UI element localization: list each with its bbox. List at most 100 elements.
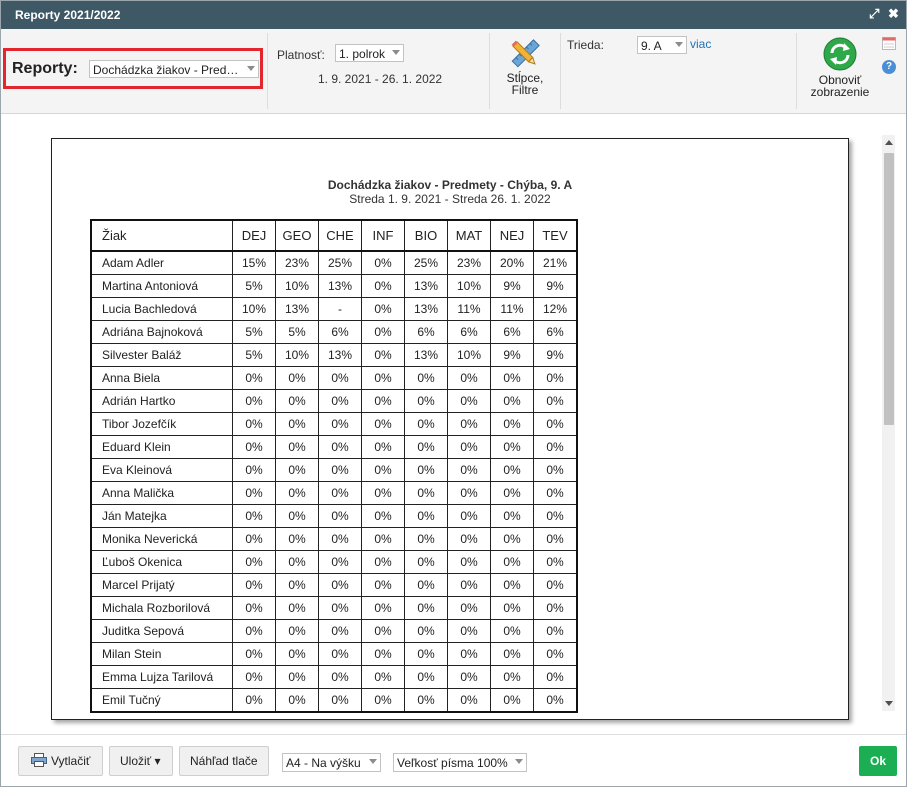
- report-select[interactable]: Dochádzka žiakov - Pred…: [89, 60, 259, 78]
- print-preview-button[interactable]: Náhľad tlače: [179, 746, 269, 776]
- student-name: Lucia Bachledová: [90, 297, 233, 321]
- student-name: Ján Matejka: [90, 504, 233, 528]
- absence-cell: 0%: [361, 389, 405, 413]
- absence-cell: 0%: [275, 366, 319, 390]
- absence-cell: 0%: [533, 665, 578, 689]
- table-row: Martina Antoniová 5% 10% 13% 0% 13% 10% 9% 9%: [90, 274, 578, 298]
- absence-cell: 15%: [232, 250, 276, 275]
- absence-cell: 13%: [318, 274, 362, 298]
- student-name: Adam Adler: [90, 250, 233, 275]
- absence-cell: 0%: [232, 550, 276, 574]
- absence-cell: 0%: [361, 435, 405, 459]
- help-icon[interactable]: ?: [882, 60, 896, 74]
- absence-cell: 0%: [232, 688, 276, 713]
- absence-cell: 0%: [232, 619, 276, 643]
- validity-label: Platnosť:: [277, 48, 325, 62]
- toolbar-separator: [267, 33, 268, 109]
- absence-cell: 0%: [232, 573, 276, 597]
- chevron-down-icon: [369, 759, 377, 764]
- absence-cell: 0%: [490, 665, 534, 689]
- column-header-name: Žiak: [90, 219, 233, 252]
- absence-cell: 0%: [318, 389, 362, 413]
- class-label: Trieda:: [567, 38, 604, 52]
- absence-cell: 0%: [447, 573, 491, 597]
- absence-cell: 0%: [447, 458, 491, 482]
- student-name: Emil Tučný: [90, 688, 233, 713]
- print-button[interactable]: Vytlačiť: [18, 746, 103, 776]
- student-name: Marcel Prijatý: [90, 573, 233, 597]
- absence-cell: 25%: [404, 250, 448, 275]
- table-row: Eva Kleinová 0% 0% 0% 0% 0% 0% 0% 0%: [90, 458, 578, 482]
- absence-cell: 0%: [490, 435, 534, 459]
- absence-cell: 0%: [275, 481, 319, 505]
- refresh-button[interactable]: Obnoviť zobrazenie: [807, 37, 873, 98]
- ok-button[interactable]: Ok: [859, 746, 897, 776]
- absence-cell: 0%: [275, 412, 319, 436]
- scroll-thumb[interactable]: [884, 153, 894, 425]
- absence-cell: 0%: [232, 435, 276, 459]
- absence-cell: 0%: [361, 573, 405, 597]
- absence-cell: 0%: [275, 527, 319, 551]
- absence-cell: 0%: [533, 596, 578, 620]
- absence-cell: 0%: [404, 665, 448, 689]
- reports-label: Reporty:: [12, 60, 78, 77]
- absence-cell: 0%: [490, 573, 534, 597]
- absence-cell: 0%: [361, 343, 405, 367]
- class-select[interactable]: 9. A: [637, 36, 687, 54]
- column-header: CHE: [318, 219, 362, 252]
- absence-cell: 0%: [447, 688, 491, 713]
- maximize-icon[interactable]: ⤢: [869, 6, 879, 22]
- absence-cell: 0%: [361, 250, 405, 275]
- student-name: Monika Neverická: [90, 527, 233, 551]
- validity-range: 1. 9. 2021 - 26. 1. 2022: [318, 72, 443, 86]
- absence-cell: 0%: [232, 458, 276, 482]
- calendar-icon[interactable]: [882, 37, 896, 50]
- table-row: Adriána Bajnoková 5% 5% 6% 0% 6% 6% 6% 6%: [90, 320, 578, 344]
- reports-window: Reporty 2021/2022 ⤢ ✖ Reporty: Dochádzka…: [0, 0, 907, 787]
- absence-cell: 0%: [490, 481, 534, 505]
- absence-cell: 0%: [318, 366, 362, 390]
- absence-cell: 0%: [275, 642, 319, 666]
- vertical-scrollbar[interactable]: [882, 135, 895, 711]
- table-row: Adam Adler 15% 23% 25% 0% 25% 23% 20% 21%: [90, 250, 578, 275]
- absence-cell: 0%: [232, 389, 276, 413]
- column-header: DEJ: [232, 219, 276, 252]
- absence-cell: 0%: [361, 320, 405, 344]
- save-button[interactable]: Uložiť ▾: [109, 746, 173, 776]
- absence-cell: 0%: [275, 688, 319, 713]
- absence-cell: 10%: [447, 343, 491, 367]
- absence-cell: 0%: [275, 435, 319, 459]
- absence-cell: 13%: [275, 297, 319, 321]
- report-title: Dochádzka žiakov - Predmety - Chýba, 9. …: [327, 178, 573, 192]
- table-body: Adam Adler 15% 23% 25% 0% 25% 23% 20% 21% Martina…: [90, 250, 578, 713]
- more-link[interactable]: viac: [690, 37, 711, 51]
- absence-cell: 0%: [275, 504, 319, 528]
- columns-filters-button[interactable]: Stĺpce, Filtre: [498, 37, 552, 96]
- table-row: Ľuboš Okenica 0% 0% 0% 0% 0% 0% 0% 0%: [90, 550, 578, 574]
- table-row: Monika Neverická 0% 0% 0% 0% 0% 0% 0% 0%: [90, 527, 578, 551]
- help-glyph: ?: [885, 61, 893, 72]
- absence-cell: 0%: [361, 596, 405, 620]
- refresh-icon: [823, 37, 857, 71]
- student-name: Juditka Sepová: [90, 619, 233, 643]
- absence-cell: 0%: [533, 688, 578, 713]
- absence-cell: 0%: [447, 550, 491, 574]
- student-name: Tibor Jozefčík: [90, 412, 233, 436]
- table-row: Lucia Bachledová 10% 13% -0% 13% 11% 11% 12%: [90, 297, 578, 321]
- absence-cell: 0%: [533, 642, 578, 666]
- absence-cell: 0%: [361, 504, 405, 528]
- table-row: Emil Tučný 0% 0% 0% 0% 0% 0% 0% 0%: [90, 688, 578, 713]
- student-name: Ľuboš Okenica: [90, 550, 233, 574]
- absence-cell: 10%: [447, 274, 491, 298]
- paper-orientation-select[interactable]: A4 - Na výšku: [282, 753, 381, 772]
- table-row: Ján Matejka 0% 0% 0% 0% 0% 0% 0% 0%: [90, 504, 578, 528]
- absence-cell: 0%: [318, 504, 362, 528]
- font-size-select[interactable]: Veľkosť písma 100%: [393, 753, 527, 772]
- close-icon[interactable]: ✖: [888, 6, 899, 22]
- absence-cell: 0%: [490, 619, 534, 643]
- scroll-down-icon[interactable]: [885, 701, 893, 706]
- scroll-up-icon[interactable]: [885, 140, 893, 145]
- toolbar: Reporty: Dochádzka žiakov - Pred… Platno…: [1, 29, 906, 114]
- validity-select[interactable]: 1. polrok: [335, 44, 404, 62]
- absence-cell: 0%: [533, 619, 578, 643]
